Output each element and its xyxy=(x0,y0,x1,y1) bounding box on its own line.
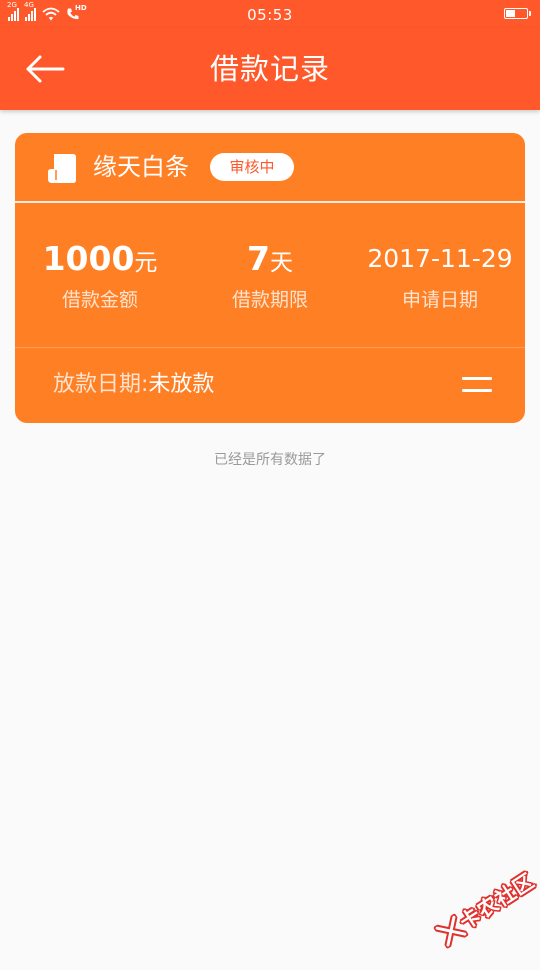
nav-bar: 借款记录 xyxy=(0,28,540,110)
loan-term-value: 7 xyxy=(247,239,270,278)
list-end-text: 已经是所有数据了 xyxy=(214,452,326,468)
status-bar: 2G 4G HD 05:53 xyxy=(0,0,540,28)
loan-record-card[interactable]: 缘天白条 审核中 1000元 借款金额 7天 借款期限 2017-11-29 申… xyxy=(15,133,525,423)
loan-amount-unit: 元 xyxy=(134,250,158,276)
battery-icon xyxy=(504,8,531,19)
loan-amount: 1000元 借款金额 xyxy=(15,239,185,313)
page-title: 借款记录 xyxy=(209,52,330,86)
status-badge: 审核中 xyxy=(210,153,294,181)
apply-date-label: 申请日期 xyxy=(401,289,478,311)
apply-date-value: 2017-11-29 xyxy=(367,244,513,273)
battery-level xyxy=(506,10,515,17)
loan-term-label: 借款期限 xyxy=(231,289,308,311)
loan-amount-value: 1000 xyxy=(42,239,135,278)
loan-term: 7天 借款期限 xyxy=(185,239,355,313)
status-time: 05:53 xyxy=(247,6,293,24)
receipt-icon xyxy=(48,154,76,183)
card-header: 缘天白条 审核中 xyxy=(15,133,525,201)
product-name: 缘天白条 xyxy=(93,153,189,181)
loan-term-unit: 天 xyxy=(269,250,293,276)
menu-icon xyxy=(462,377,492,380)
card-footer: 放款日期:未放款 xyxy=(15,348,525,423)
disbursement-value: 未放款 xyxy=(148,372,215,397)
expand-menu-button[interactable] xyxy=(458,373,496,399)
apply-date: 2017-11-29 申请日期 xyxy=(355,239,525,313)
watermark: 卡农社区 xyxy=(418,852,540,970)
watermark-text: 卡农社区 xyxy=(455,868,539,935)
disbursement-label: 放款日期: xyxy=(53,372,149,397)
menu-icon xyxy=(462,389,492,392)
loan-amount-label: 借款金额 xyxy=(61,289,138,311)
loan-stats: 1000元 借款金额 7天 借款期限 2017-11-29 申请日期 xyxy=(15,203,525,347)
disbursement-date: 放款日期:未放款 xyxy=(53,369,214,401)
